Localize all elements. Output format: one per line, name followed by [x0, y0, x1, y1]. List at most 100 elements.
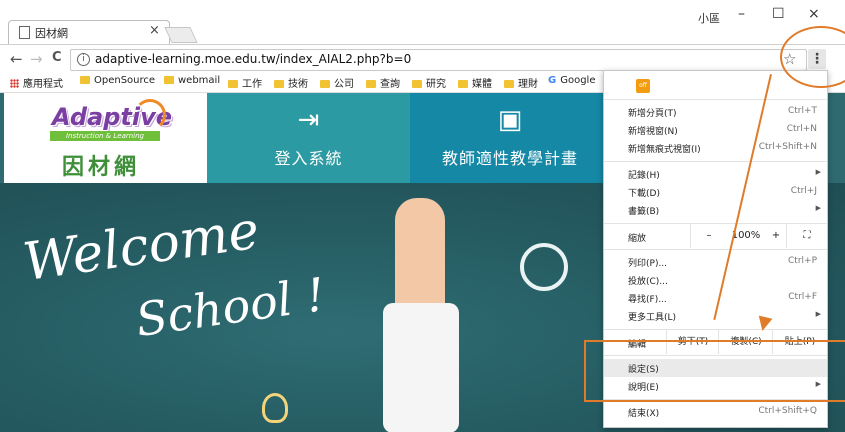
folder-icon	[504, 80, 514, 88]
zoom-out-button[interactable]: –	[690, 224, 727, 248]
menu-find[interactable]: 尋找(F)... Ctrl+F	[604, 289, 827, 307]
login-label: 登入系統	[274, 149, 343, 168]
page-icon	[19, 26, 30, 39]
extension-icon[interactable]: off	[636, 79, 650, 93]
bookmark-folder-tech[interactable]: 技術	[274, 75, 308, 90]
profile-button[interactable]: 小區	[698, 10, 720, 26]
menu-separator	[604, 161, 827, 162]
menu-incognito-window[interactable]: 新增無痕式視窗(I) Ctrl+Shift+N	[604, 139, 827, 157]
submenu-arrow-icon: ▶	[815, 204, 821, 212]
menu-print[interactable]: 列印(P)... Ctrl+P	[604, 253, 827, 271]
folder-icon	[164, 76, 174, 84]
folder-icon	[458, 80, 468, 88]
menu-item-shortcut: Ctrl+Shift+N	[758, 142, 817, 152]
menu-item-shortcut: Ctrl+P	[788, 256, 817, 266]
menu-item-label: 尋找(F)...	[628, 295, 667, 305]
menu-item-label: 結束(X)	[628, 409, 660, 419]
logo-swirl-icon	[134, 99, 166, 131]
menu-cast[interactable]: 投放(C)...	[604, 271, 827, 289]
menu-item-shortcut: Ctrl+J	[790, 186, 817, 196]
bookmark-label: 媒體	[472, 79, 492, 90]
menu-item-label: 新增視窗(N)	[628, 127, 678, 137]
menu-zoom-row: 縮放 – 100% + ⛶	[604, 224, 827, 248]
submenu-arrow-icon: ▶	[815, 310, 821, 318]
tab-close-icon[interactable]: ×	[149, 23, 160, 38]
bookmark-folder-finance[interactable]: 理財	[504, 75, 538, 90]
login-icon: ⇥	[297, 105, 320, 135]
bookmark-folder-research[interactable]: 研究	[412, 75, 446, 90]
bookmark-label: 查詢	[380, 79, 400, 90]
menu-item-label: 書籤(B)	[628, 207, 660, 217]
menu-new-window[interactable]: 新增視窗(N) Ctrl+N	[604, 121, 827, 139]
annotation-highlight-box	[584, 340, 845, 402]
magnifier-icon	[520, 243, 568, 291]
menu-bookmarks[interactable]: 書籤(B) ▶	[604, 201, 827, 219]
folder-icon	[274, 80, 284, 88]
bookmark-label: webmail	[178, 75, 221, 86]
bookmark-google[interactable]: G Google	[548, 75, 595, 86]
tab-title: 因材網	[35, 27, 68, 40]
bookmark-apps[interactable]: 應用程式	[10, 75, 63, 90]
menu-item-label: 列印(P)...	[628, 259, 668, 269]
menu-item-label: 下載(D)	[628, 189, 660, 199]
browser-toolbar: ← → C i adaptive-learning.moe.edu.tw/ind…	[0, 44, 845, 73]
apps-icon	[10, 79, 19, 88]
menu-item-label: 更多工具(L)	[628, 313, 677, 323]
zoom-label: 縮放	[628, 234, 647, 244]
zoom-in-button[interactable]: +	[766, 224, 786, 248]
window-close-button[interactable]: ×	[808, 6, 820, 22]
tab-strip: 因材網 × 小區 – ☐ ×	[0, 0, 845, 45]
login-nav-button[interactable]: ⇥ 登入系統	[207, 93, 410, 183]
menu-item-label: 新增分頁(T)	[628, 109, 677, 119]
site-logo[interactable]: Adaptive Instruction & Learning 因材網	[4, 93, 207, 183]
menu-separator	[604, 249, 827, 250]
google-icon: G	[548, 75, 557, 86]
forward-button[interactable]: →	[30, 50, 43, 68]
bookmark-label: OpenSource	[94, 75, 156, 86]
student-arm-illustration	[383, 303, 459, 432]
submenu-arrow-icon: ▶	[815, 168, 821, 176]
bookmark-folder-query[interactable]: 查詢	[366, 75, 400, 90]
minimize-button[interactable]: –	[738, 6, 745, 22]
bookmark-folder-opensource[interactable]: OpenSource	[80, 75, 155, 86]
browser-tab[interactable]: 因材網 ×	[8, 20, 170, 45]
menu-item-label: 新增無痕式視窗(I)	[628, 145, 701, 155]
address-bar[interactable]: i adaptive-learning.moe.edu.tw/index_AIA…	[70, 49, 807, 71]
bookmark-label: 理財	[518, 79, 538, 90]
teacher-plan-nav-button[interactable]: ▣ 教師適性教學計畫	[410, 93, 610, 183]
folder-icon	[320, 80, 330, 88]
bookmark-label: 技術	[288, 79, 308, 90]
logo-chinese-name: 因材網	[62, 155, 141, 180]
back-button[interactable]: ←	[10, 50, 23, 68]
lightbulb-icon	[262, 393, 288, 423]
bookmark-label: 研究	[426, 79, 446, 90]
folder-icon	[412, 80, 422, 88]
menu-downloads[interactable]: 下載(D) Ctrl+J	[604, 183, 827, 201]
menu-item-shortcut: Ctrl+Shift+Q	[758, 406, 817, 416]
raised-hand-illustration	[395, 198, 445, 318]
menu-history[interactable]: 記錄(H) ▶	[604, 165, 827, 183]
folder-icon	[366, 80, 376, 88]
bookmark-folder-work[interactable]: 工作	[228, 75, 262, 90]
fullscreen-icon[interactable]: ⛶	[786, 224, 827, 248]
info-icon[interactable]: i	[77, 53, 90, 66]
menu-item-label: 記錄(H)	[628, 171, 660, 181]
menu-item-shortcut: Ctrl+F	[788, 292, 817, 302]
bookmark-folder-webmail[interactable]: webmail	[164, 75, 220, 86]
maximize-button[interactable]: ☐	[772, 6, 785, 22]
url-text[interactable]: adaptive-learning.moe.edu.tw/index_AIAL2…	[95, 52, 411, 66]
presentation-icon: ▣	[497, 105, 523, 135]
bookmark-label: 應用程式	[23, 79, 63, 90]
bookmark-label: Google	[560, 75, 596, 86]
logo-subtitle: Instruction & Learning	[50, 131, 160, 141]
menu-new-tab[interactable]: 新增分頁(T) Ctrl+T	[604, 103, 827, 121]
folder-icon	[80, 76, 90, 84]
folder-icon	[228, 80, 238, 88]
menu-item-label: 投放(C)...	[628, 277, 668, 287]
menu-exit[interactable]: 結束(X) Ctrl+Shift+Q	[604, 403, 827, 421]
reload-button[interactable]: C	[52, 50, 62, 65]
bookmark-folder-media[interactable]: 媒體	[458, 75, 492, 90]
bookmark-label: 工作	[242, 79, 262, 90]
bookmark-folder-company[interactable]: 公司	[320, 75, 354, 90]
menu-item-shortcut: Ctrl+T	[787, 106, 817, 116]
